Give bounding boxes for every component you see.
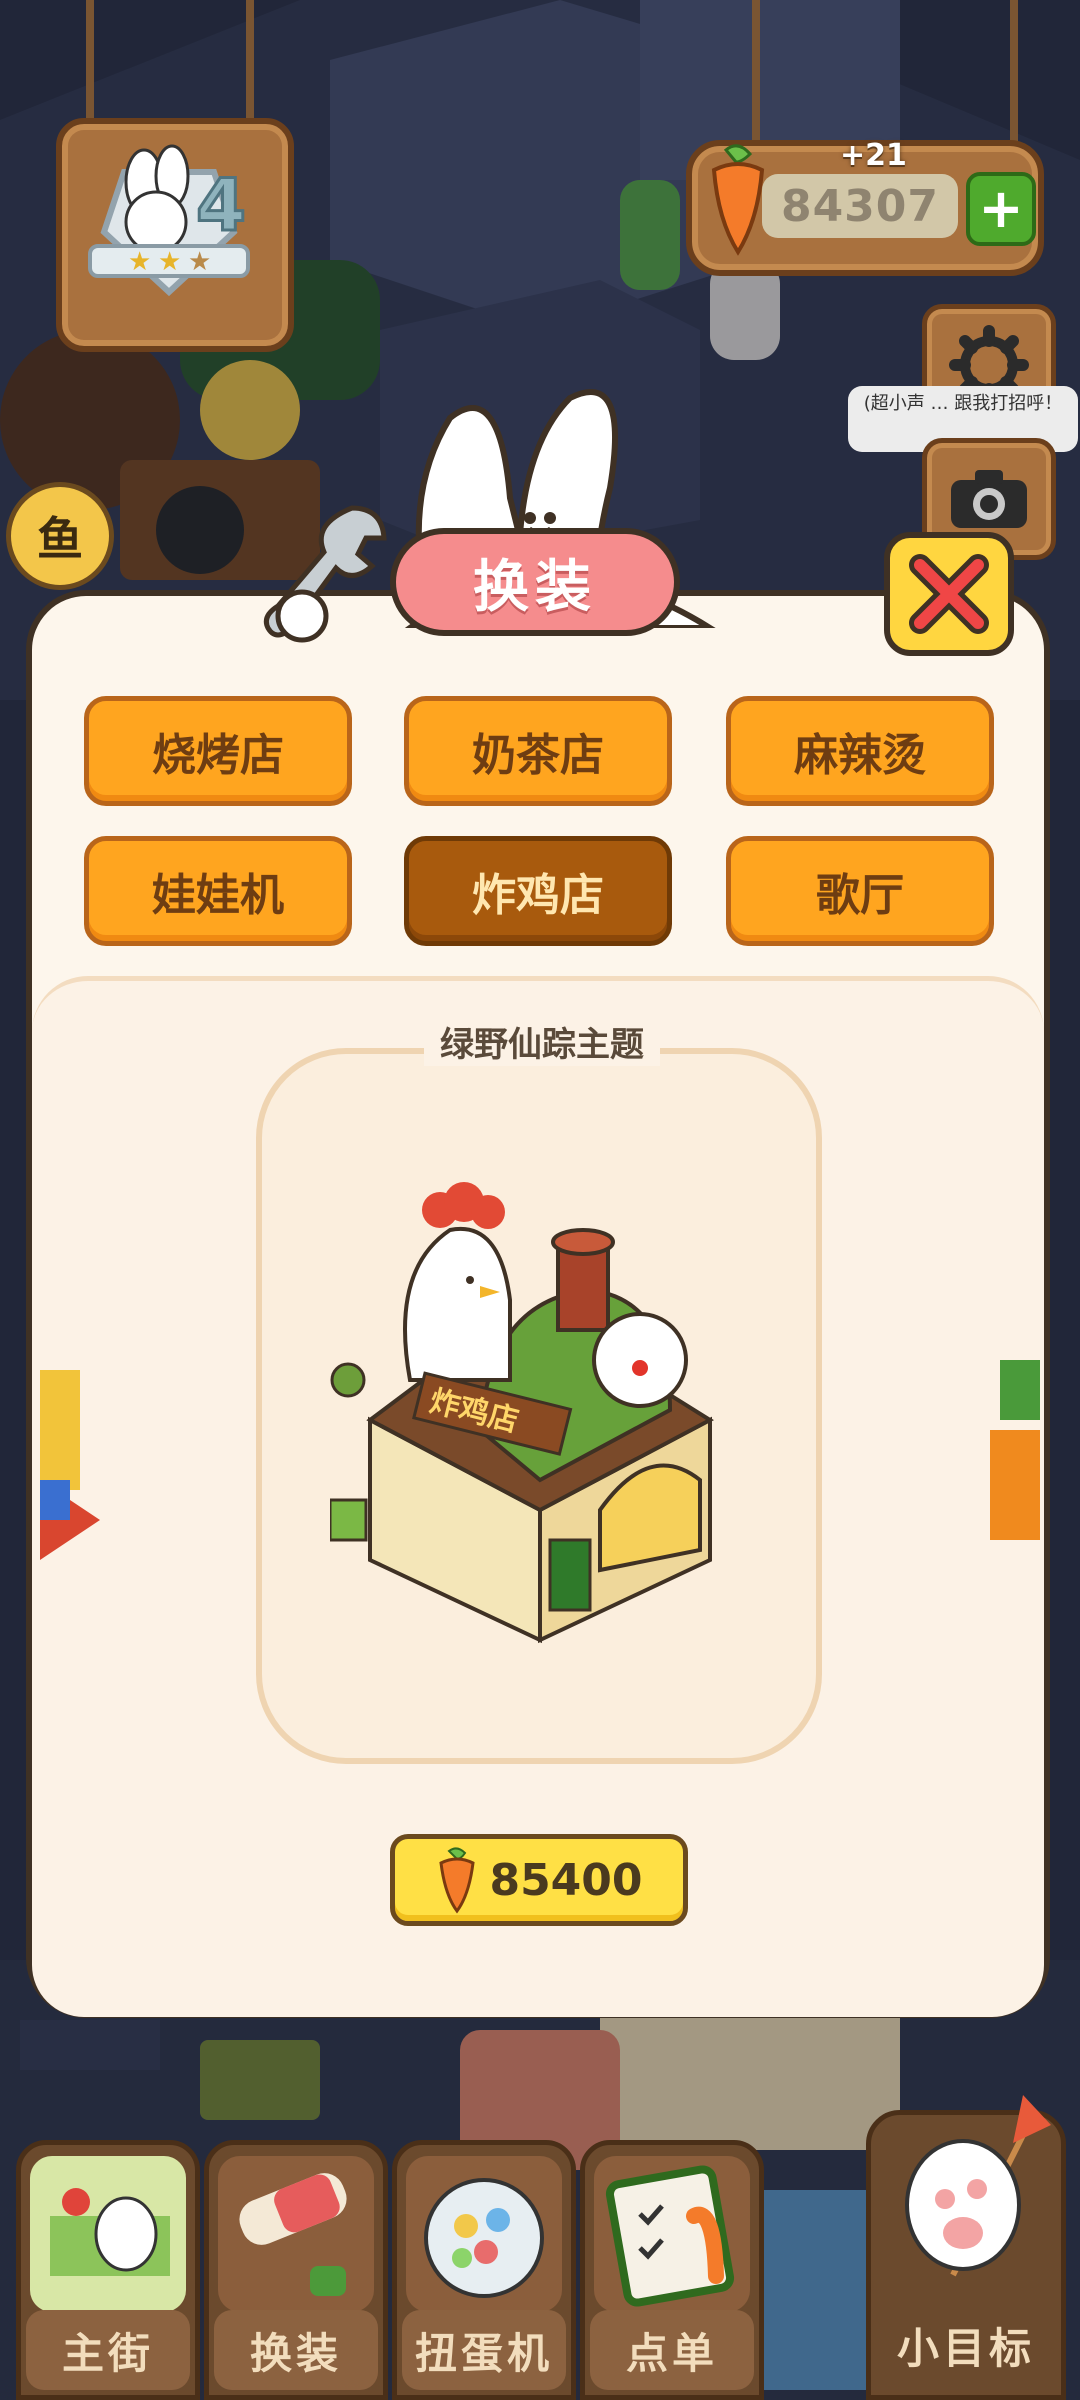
carrot-icon [711, 144, 765, 256]
theme-name: 绿野仙踪主题 [424, 1016, 660, 1066]
rope [86, 0, 94, 124]
nav-label-main-street: 主街 [26, 2310, 190, 2390]
map-icon [30, 2156, 186, 2312]
nav-small-goal[interactable]: 小目标 [866, 2095, 1066, 2400]
plus-icon: + [978, 177, 1024, 240]
close-icon [909, 554, 989, 634]
rope [1010, 0, 1018, 144]
level-badge-icon: ★ ★ ★ 4 [88, 144, 250, 297]
currency-bonus-label: +21 [840, 138, 907, 173]
nav-label-order: 点单 [590, 2310, 754, 2390]
category-bbq-shop[interactable]: 烧烤店 [84, 696, 352, 806]
camera-icon [951, 470, 1027, 528]
carrot-icon [439, 1847, 476, 1914]
svg-text:★: ★ [128, 247, 151, 277]
category-ktv[interactable]: 歌厅 [726, 836, 994, 946]
price-amount: 85400 [489, 1854, 643, 1906]
modal-title: 换装 [390, 528, 680, 636]
nav-label-outfit: 换装 [214, 2310, 378, 2390]
nav-label-small-goal: 小目标 [896, 2323, 1035, 2373]
svg-text:★: ★ [158, 247, 181, 277]
order-list-icon [594, 2156, 750, 2312]
previous-theme-peek[interactable] [40, 1330, 100, 1560]
rope [752, 0, 760, 144]
next-theme-peek[interactable] [990, 1350, 1040, 1550]
category-fried-chicken-shop[interactable]: 炸鸡店 [404, 836, 672, 946]
nav-label-gacha: 扭蛋机 [402, 2310, 566, 2390]
currency-amount: 84307 [762, 174, 958, 238]
rope [246, 0, 254, 124]
fish-badge-button[interactable]: 鱼 [6, 482, 114, 590]
add-currency-button[interactable]: + [966, 172, 1036, 246]
fried-chicken-shop-illustration: 炸鸡店 [330, 1182, 715, 1644]
category-milk-tea-shop[interactable]: 奶茶店 [404, 696, 672, 806]
close-button[interactable] [884, 532, 1014, 656]
wrench-icon [263, 505, 387, 643]
gacha-machine-icon [406, 2156, 562, 2312]
level-number: 4 [196, 163, 246, 247]
flag-paw-icon [905, 2095, 1051, 2277]
buy-button[interactable]: 85400 [390, 1834, 688, 1926]
paint-roller-icon [218, 2156, 374, 2312]
category-claw-machine[interactable]: 娃娃机 [84, 836, 352, 946]
fish-badge-glyph: 鱼 [37, 512, 83, 566]
svg-text:★: ★ [188, 247, 211, 277]
level-sign[interactable]: ★ ★ ★ 4 [56, 118, 294, 352]
category-malatang[interactable]: 麻辣烫 [726, 696, 994, 806]
